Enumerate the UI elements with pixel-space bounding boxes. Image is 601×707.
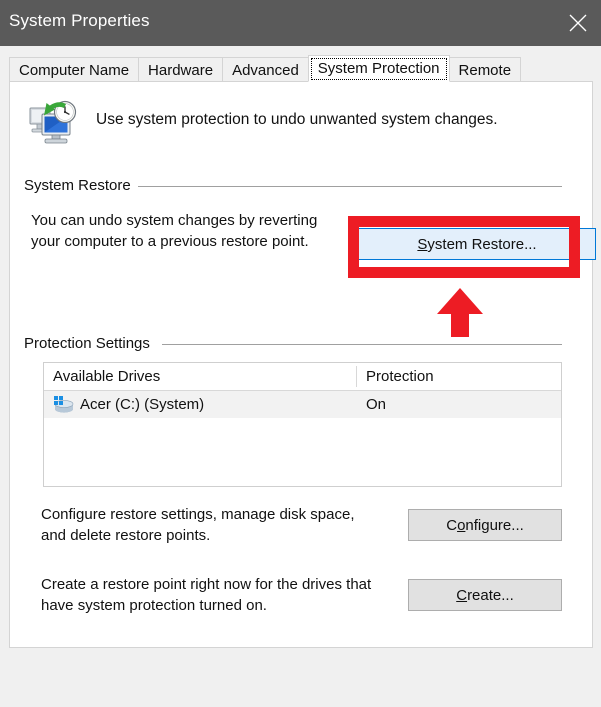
- table-cell-drive-name: Acer (C:) (System): [80, 396, 205, 413]
- window-title: System Properties: [9, 11, 150, 30]
- tab-remote[interactable]: Remote: [448, 57, 522, 82]
- group-label-system-restore: System Restore: [24, 177, 138, 194]
- system-protection-panel: Use system protection to undo unwanted s…: [9, 81, 596, 648]
- create-button[interactable]: Create...: [408, 579, 562, 611]
- system-restore-button[interactable]: System Restore...: [358, 228, 596, 260]
- system-restore-button-label: System Restore...: [417, 235, 537, 253]
- table-header-row: Available Drives Protection: [44, 363, 561, 391]
- dialog-footer: OK Cancel Apply: [0, 648, 601, 707]
- tab-label: Computer Name: [19, 62, 130, 79]
- tab-label: Remote: [458, 62, 512, 79]
- tab-label: System Protection: [317, 60, 440, 77]
- configure-description-line2: and delete restore points.: [41, 527, 211, 544]
- system-restore-computer-clock-icon: [29, 100, 77, 144]
- hard-drive-windows-icon: [54, 396, 74, 413]
- tab-system-protection[interactable]: System Protection: [307, 55, 450, 82]
- available-drives-table[interactable]: Available Drives Protection Acer (C:) (S…: [43, 362, 562, 487]
- title-bar: System Properties: [0, 0, 601, 46]
- create-description-line1: Create a restore point right now for the…: [41, 576, 372, 593]
- tab-advanced[interactable]: Advanced: [222, 57, 309, 82]
- close-x-icon: [569, 14, 587, 32]
- system-restore-description: You can undo system changes by reverting…: [31, 210, 351, 252]
- configure-button[interactable]: Configure...: [408, 509, 562, 541]
- tab-hardware[interactable]: Hardware: [138, 57, 224, 82]
- system-restore-description-line1: You can undo system changes by reverting: [31, 212, 318, 229]
- column-divider: [356, 366, 357, 387]
- tab-strip: Computer Name Hardware Advanced System P…: [0, 46, 601, 82]
- configure-button-label: Configure...: [446, 516, 524, 534]
- group-separator-protection-settings: [162, 344, 562, 345]
- panel-header-text: Use system protection to undo unwanted s…: [96, 111, 498, 128]
- system-properties-window: System Properties Computer Name Hardware…: [0, 0, 601, 707]
- column-header-protection: Protection: [366, 368, 434, 385]
- system-restore-description-line2: your computer to a previous restore poin…: [31, 233, 309, 250]
- column-header-available-drives: Available Drives: [53, 368, 161, 385]
- table-cell-protection: On: [366, 396, 387, 413]
- configure-description-line1: Configure restore settings, manage disk …: [41, 506, 355, 523]
- configure-description: Configure restore settings, manage disk …: [41, 504, 401, 546]
- create-description-line2: have system protection turned on.: [41, 597, 267, 614]
- group-label-protection-settings: Protection Settings: [24, 335, 157, 352]
- tab-label: Advanced: [232, 62, 299, 79]
- tab-label: Hardware: [148, 62, 214, 79]
- panel-header: Use system protection to undo unwanted s…: [20, 94, 570, 160]
- create-description: Create a restore point right now for the…: [41, 574, 413, 616]
- create-button-label: Create...: [456, 586, 514, 604]
- close-icon[interactable]: [555, 0, 601, 46]
- tab-computer-name[interactable]: Computer Name: [9, 57, 140, 82]
- group-separator-system-restore: [128, 186, 562, 187]
- table-row[interactable]: Acer (C:) (System) On: [44, 391, 561, 418]
